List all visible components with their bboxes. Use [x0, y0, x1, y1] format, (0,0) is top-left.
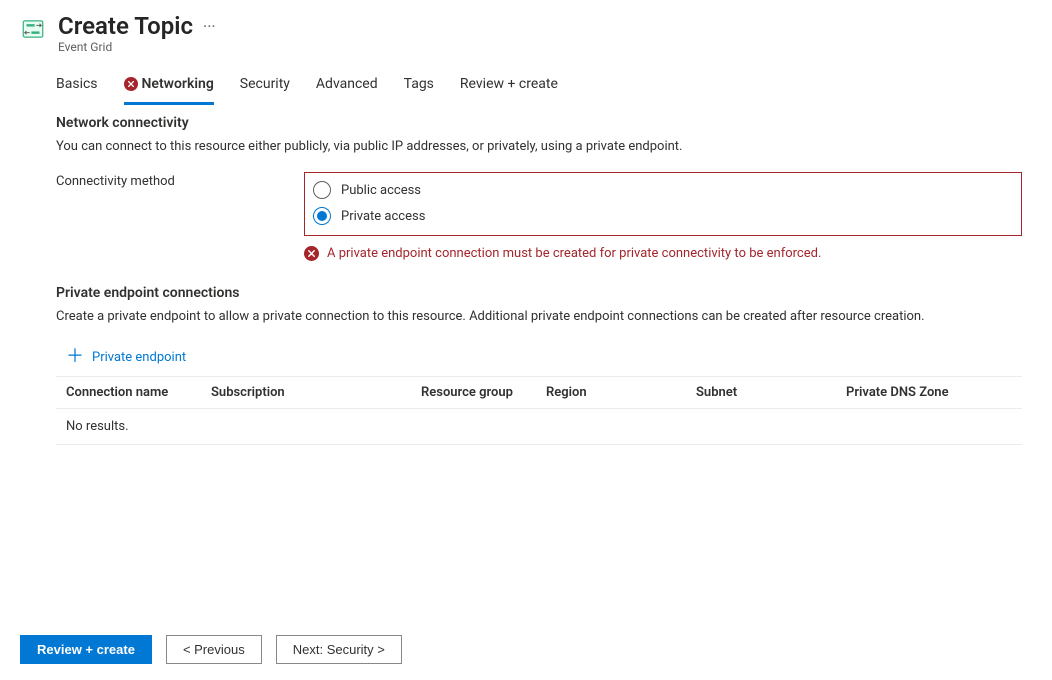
col-resource-group: Resource group	[411, 377, 536, 409]
tab-advanced[interactable]: Advanced	[316, 70, 378, 105]
add-private-endpoint-button[interactable]: ＋ Private endpoint	[66, 348, 1022, 366]
private-endpoint-desc: Create a private endpoint to allow a pri…	[56, 309, 1022, 324]
more-menu-ellipsis-icon[interactable]: ···	[203, 17, 216, 36]
connectivity-method-label: Connectivity method	[56, 172, 304, 189]
page-subtitle: Event Grid	[58, 40, 216, 54]
col-private-dns-zone: Private DNS Zone	[836, 377, 1022, 409]
connectivity-method-group: Public access Private access	[304, 172, 1022, 236]
connectivity-method-error: A private endpoint connection must be cr…	[304, 246, 1022, 261]
tab-networking-label: Networking	[142, 76, 214, 92]
radio-public-access[interactable]: Public access	[313, 177, 1013, 203]
col-subscription: Subscription	[201, 377, 411, 409]
private-endpoint-heading: Private endpoint connections	[56, 285, 1022, 301]
connectivity-method-error-text: A private endpoint connection must be cr…	[327, 246, 821, 261]
radio-private-access[interactable]: Private access	[313, 203, 1013, 229]
page-title: Create Topic	[58, 12, 193, 40]
tab-basics[interactable]: Basics	[56, 70, 98, 105]
network-connectivity-heading: Network connectivity	[56, 115, 1022, 131]
tab-basics-label: Basics	[56, 76, 98, 92]
table-empty-row: No results.	[56, 409, 1022, 445]
col-region: Region	[536, 377, 686, 409]
tab-security[interactable]: Security	[240, 70, 290, 105]
radio-public-access-label: Public access	[341, 183, 421, 198]
add-private-endpoint-label: Private endpoint	[92, 350, 186, 365]
private-endpoints-table: Connection name Subscription Resource gr…	[56, 376, 1022, 445]
next-button[interactable]: Next: Security >	[276, 635, 402, 664]
plus-icon: ＋	[66, 348, 84, 366]
tab-review-create[interactable]: Review + create	[460, 70, 558, 105]
wizard-footer: Review + create < Previous Next: Securit…	[0, 627, 1052, 680]
error-badge-icon	[124, 77, 138, 91]
radio-icon	[313, 181, 331, 199]
tab-security-label: Security	[240, 76, 290, 92]
tab-networking[interactable]: Networking	[124, 70, 214, 105]
col-connection-name: Connection name	[56, 377, 201, 409]
wizard-tabs: Basics Networking Security Advanced Tags…	[56, 70, 1032, 105]
review-create-button[interactable]: Review + create	[20, 635, 152, 664]
previous-button[interactable]: < Previous	[166, 635, 262, 664]
radio-private-access-label: Private access	[341, 209, 425, 224]
page-header: Create Topic ··· Event Grid	[20, 12, 1032, 54]
tab-tags-label: Tags	[404, 76, 434, 92]
event-grid-topic-icon	[20, 16, 46, 42]
network-connectivity-desc: You can connect to this resource either …	[56, 139, 1022, 154]
error-icon	[304, 246, 319, 261]
radio-icon	[313, 207, 331, 225]
tab-tags[interactable]: Tags	[404, 70, 434, 105]
tab-review-label: Review + create	[460, 76, 558, 92]
col-subnet: Subnet	[686, 377, 836, 409]
tab-advanced-label: Advanced	[316, 76, 378, 92]
table-empty-text: No results.	[56, 409, 1022, 445]
